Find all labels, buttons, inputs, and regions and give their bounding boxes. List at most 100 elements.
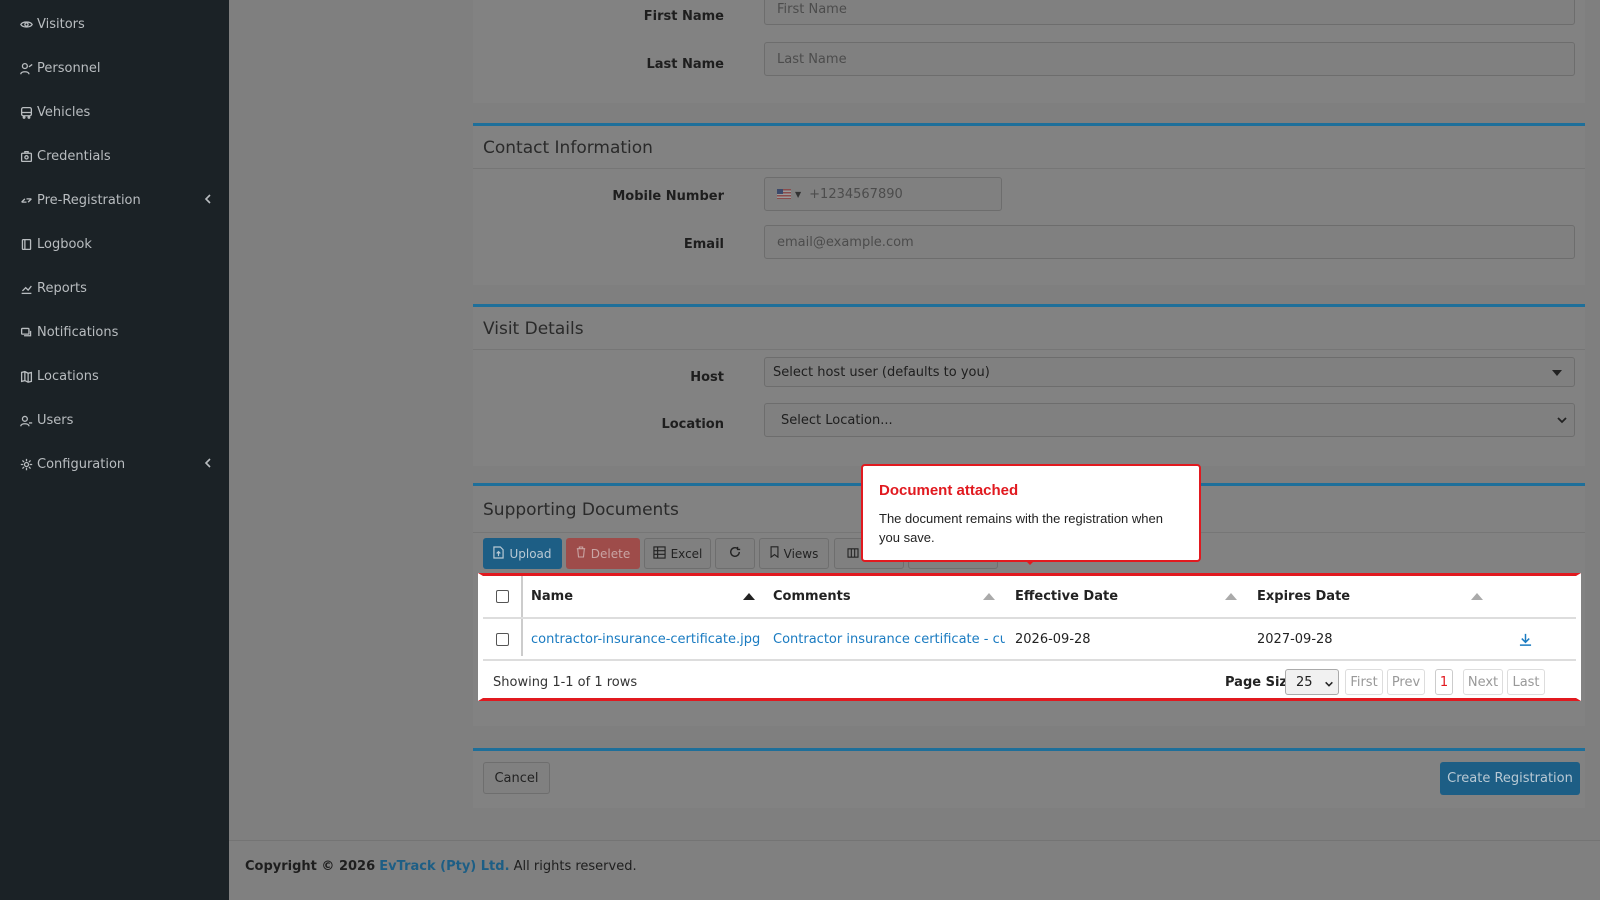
- excel-label: Excel: [670, 546, 703, 561]
- sidebar-item-pre-registration[interactable]: Pre-Registration: [18, 189, 215, 211]
- last-name-field[interactable]: Last Name: [764, 42, 1575, 76]
- email-label: Email: [683, 237, 724, 252]
- pager-first[interactable]: First: [1345, 669, 1383, 695]
- download-icon[interactable]: [1519, 619, 1539, 659]
- documents-heading: Supporting Documents: [483, 500, 679, 520]
- upload-button[interactable]: Upload: [483, 538, 562, 569]
- effective-date-cell: 2026-09-28: [1015, 631, 1091, 647]
- chart-icon: [18, 280, 34, 296]
- sidebar-item-label: Logbook: [37, 236, 92, 252]
- sidebar-item-label: Vehicles: [37, 104, 91, 120]
- chevron-down-icon: [1324, 678, 1334, 693]
- column-divider: [521, 576, 523, 656]
- chevron-left-icon[interactable]: [201, 455, 215, 471]
- table-icon: [652, 545, 666, 562]
- select-all-checkbox[interactable]: [495, 590, 509, 603]
- location-select[interactable]: Select Location...: [764, 403, 1575, 437]
- copyright-prefix: Copyright © 2026: [245, 859, 376, 874]
- first-name-field[interactable]: First Name: [764, 0, 1575, 25]
- mobile-label: Mobile Number: [612, 189, 724, 204]
- column-header-name[interactable]: Name: [531, 576, 771, 617]
- sidebar-item-reports[interactable]: Reports: [18, 277, 215, 299]
- host-select[interactable]: Select host user (defaults to you): [764, 357, 1575, 387]
- chevron-left-icon[interactable]: [201, 191, 215, 207]
- row-checkbox[interactable]: [495, 632, 509, 646]
- refresh-button[interactable]: [715, 538, 755, 569]
- sidebar-item-locations[interactable]: Locations: [18, 365, 215, 387]
- sidebar-item-label: Personnel: [37, 60, 101, 76]
- sidebar-item-configuration[interactable]: Configuration: [18, 453, 215, 475]
- sidebar-item-label: Configuration: [37, 456, 126, 472]
- cancel-button[interactable]: Cancel: [483, 762, 550, 794]
- sidebar-item-label: Visitors: [37, 16, 85, 32]
- first-name-label: First Name: [643, 9, 724, 24]
- file-upload-icon: [493, 545, 505, 562]
- sidebar-item-label: Pre-Registration: [37, 192, 141, 208]
- sidebar-item-notifications[interactable]: Notifications: [18, 321, 215, 343]
- document-attached-popover: Document attached The document remains w…: [861, 464, 1201, 562]
- users-icon: [18, 412, 34, 428]
- columns-icon: [847, 547, 859, 561]
- mobile-placeholder: +1234567890: [809, 186, 903, 202]
- documents-table: Name Comments Effective Date Expires Dat…: [478, 573, 1581, 701]
- views-label: Views: [783, 546, 819, 561]
- document-name-link[interactable]: contractor-insurance-certificate.jpg: [531, 619, 767, 659]
- location-label: Location: [661, 417, 724, 432]
- email-field[interactable]: email@example.com: [764, 225, 1575, 259]
- refresh-icon: [729, 546, 741, 561]
- create-registration-button[interactable]: Create Registration: [1440, 762, 1580, 795]
- pager-prev[interactable]: Prev: [1387, 669, 1425, 695]
- row-divider: [483, 659, 1576, 661]
- sidebar-item-vehicles[interactable]: Vehicles: [18, 101, 215, 123]
- sidebar-item-label: Users: [37, 412, 74, 428]
- last-name-label: Last Name: [646, 57, 724, 72]
- caret-down-icon: [1552, 370, 1562, 376]
- delete-button[interactable]: Delete: [566, 538, 640, 569]
- sort-icon[interactable]: [1225, 593, 1237, 600]
- column-header-comments[interactable]: Comments: [773, 576, 1013, 617]
- dropdown-caret-icon[interactable]: ▼: [795, 190, 801, 199]
- sidebar-item-users[interactable]: Users: [18, 409, 215, 431]
- sidebar-item-credentials[interactable]: Credentials: [18, 145, 215, 167]
- page-size-select[interactable]: 25: [1285, 669, 1339, 695]
- column-header-effective-date[interactable]: Effective Date: [1015, 576, 1255, 617]
- visit-card: Visit Details Host Select host user (def…: [473, 304, 1585, 466]
- visit-heading: Visit Details: [483, 319, 584, 339]
- excel-button[interactable]: Excel: [644, 538, 711, 569]
- sort-icon[interactable]: [1471, 593, 1483, 600]
- copyright: Copyright © 2026 EvTrack (Pty) Ltd. All …: [245, 859, 637, 874]
- column-header-label: Name: [531, 589, 574, 604]
- column-header-expires-date[interactable]: Expires Date: [1257, 576, 1497, 617]
- user-icon: [18, 60, 34, 76]
- pager-next[interactable]: Next: [1463, 669, 1503, 695]
- document-comments-link[interactable]: Contractor insurance certificate - cur…: [773, 619, 1005, 659]
- company-link[interactable]: EvTrack (Pty) Ltd.: [379, 859, 509, 874]
- mobile-field[interactable]: ▼ +1234567890: [764, 177, 1002, 211]
- email-placeholder: email@example.com: [777, 234, 914, 250]
- divider: [473, 349, 1585, 350]
- column-header-label: Effective Date: [1015, 589, 1119, 604]
- contact-heading: Contact Information: [483, 138, 653, 158]
- popover-arrow: [1025, 560, 1035, 565]
- footer: Copyright © 2026 EvTrack (Pty) Ltd. All …: [229, 840, 1600, 900]
- sidebar-item-personnel[interactable]: Personnel: [18, 57, 215, 79]
- sidebar-item-label: Notifications: [37, 324, 119, 340]
- first-name-placeholder: First Name: [777, 2, 847, 17]
- personal-card: First Name First Name Last Name Last Nam…: [473, 0, 1585, 103]
- us-flag-icon[interactable]: [777, 189, 791, 199]
- sidebar-item-visitors[interactable]: Visitors: [18, 13, 215, 35]
- views-button[interactable]: Views: [759, 538, 829, 569]
- page-size-value: 25: [1296, 674, 1313, 690]
- sidebar-item-logbook[interactable]: Logbook: [18, 233, 215, 255]
- popover-title: Document attached: [879, 482, 1019, 499]
- sort-icon[interactable]: [983, 593, 995, 600]
- pager-last[interactable]: Last: [1507, 669, 1545, 695]
- pager-current-page[interactable]: 1: [1435, 669, 1453, 695]
- bell-icon: [18, 324, 34, 340]
- map-icon: [18, 368, 34, 384]
- sort-asc-icon[interactable]: [743, 593, 755, 600]
- sidebar-item-label: Locations: [37, 368, 99, 384]
- host-label: Host: [690, 370, 724, 385]
- divider: [473, 168, 1585, 169]
- badge-icon: [18, 148, 34, 164]
